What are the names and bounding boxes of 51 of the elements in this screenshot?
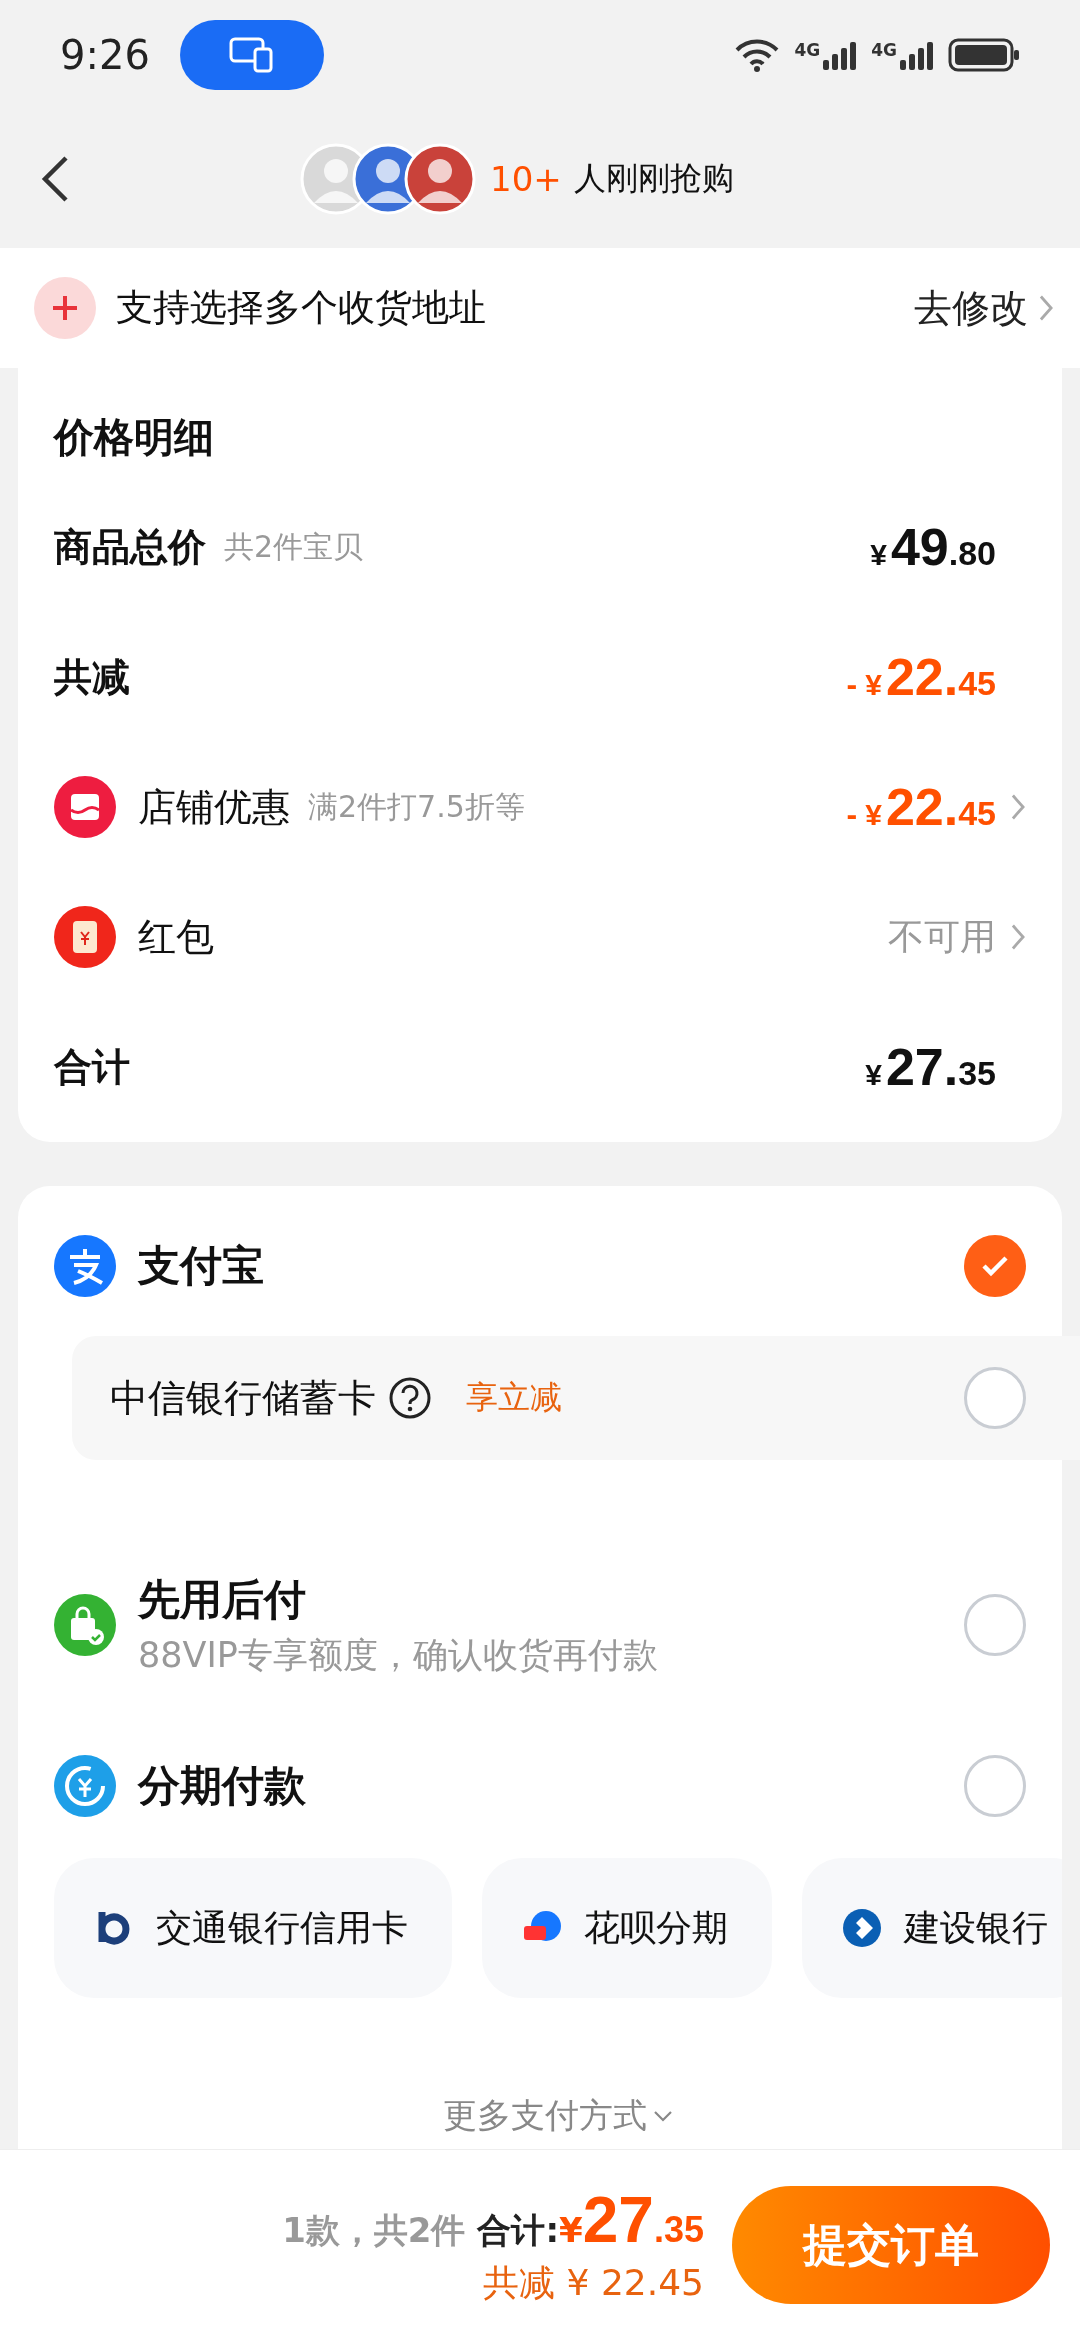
chevron-down-icon — [653, 2110, 673, 2122]
payment-name: 支付宝 — [138, 1240, 264, 1292]
buyers-text: 人刚刚抢购 — [573, 158, 734, 199]
bank-logo-icon — [842, 1908, 882, 1948]
chevron-right-icon — [1038, 294, 1054, 322]
saved-amount: 共减 ¥ 22.45 — [483, 2260, 704, 2305]
price-note: 满2件打7.5折等 — [308, 787, 525, 826]
shop-icon — [54, 776, 116, 838]
payment-name: 先用后付 — [138, 1573, 307, 1626]
installment-option[interactable]: 花呗分期 — [482, 1858, 772, 1998]
add-icon[interactable] — [34, 277, 96, 339]
devices-icon — [228, 37, 275, 73]
payment-name: 分期付款 — [138, 1760, 306, 1812]
promo-tag: 享立减 — [466, 1376, 562, 1420]
installment-option[interactable]: 交通银行信用卡 — [54, 1858, 452, 1998]
address-hint: 支持选择多个收货地址 — [116, 285, 486, 331]
back-icon[interactable] — [40, 155, 70, 203]
signal-icon — [823, 40, 858, 70]
alipay-icon — [54, 1235, 116, 1297]
price-label: 合计 — [54, 1043, 130, 1091]
buyer-count: 10+ — [490, 159, 562, 199]
total-amount: 合计:¥27.35 — [477, 2182, 704, 2257]
edit-address-link[interactable]: 去修改 — [914, 282, 1054, 334]
price-label: 店铺优惠 — [138, 783, 290, 831]
price-label: 商品总价 — [54, 523, 206, 571]
price-label: 红包 — [138, 913, 214, 961]
battery-icon — [948, 37, 1020, 73]
envelope-icon — [54, 906, 116, 968]
avatar — [404, 143, 476, 215]
price-amount: - ¥22.45 — [846, 647, 996, 707]
item-count: 1款，共2件 — [282, 2208, 466, 2252]
shopping-bag-icon — [54, 1594, 116, 1656]
network-label: 4G — [794, 40, 821, 60]
price-amount: ¥49.80 — [870, 517, 996, 577]
more-payment-link[interactable]: 更多支付方式 — [443, 2093, 673, 2139]
help-icon[interactable] — [388, 1376, 432, 1420]
installment-icon — [54, 1755, 116, 1817]
price-amount: - ¥22.45 — [846, 777, 996, 837]
section-title: 价格明细 — [54, 412, 215, 462]
installment-option[interactable]: 建设银行 — [802, 1858, 1062, 1998]
price-note: 共2件宝贝 — [224, 527, 364, 566]
payment-name: 中信银行储蓄卡 — [110, 1374, 376, 1422]
wifi-icon — [734, 38, 781, 72]
price-amount: ¥27.35 — [865, 1037, 996, 1097]
payment-subtitle: 88VIP专享额度，确认收货再付款 — [138, 1633, 658, 1677]
network-label: 4G — [871, 40, 897, 60]
status-time: 9:26 — [60, 32, 150, 78]
price-value: 不可用 — [888, 914, 996, 959]
signal-icon — [900, 40, 934, 70]
price-label: 共减 — [54, 653, 130, 701]
check-icon — [981, 1255, 1009, 1277]
